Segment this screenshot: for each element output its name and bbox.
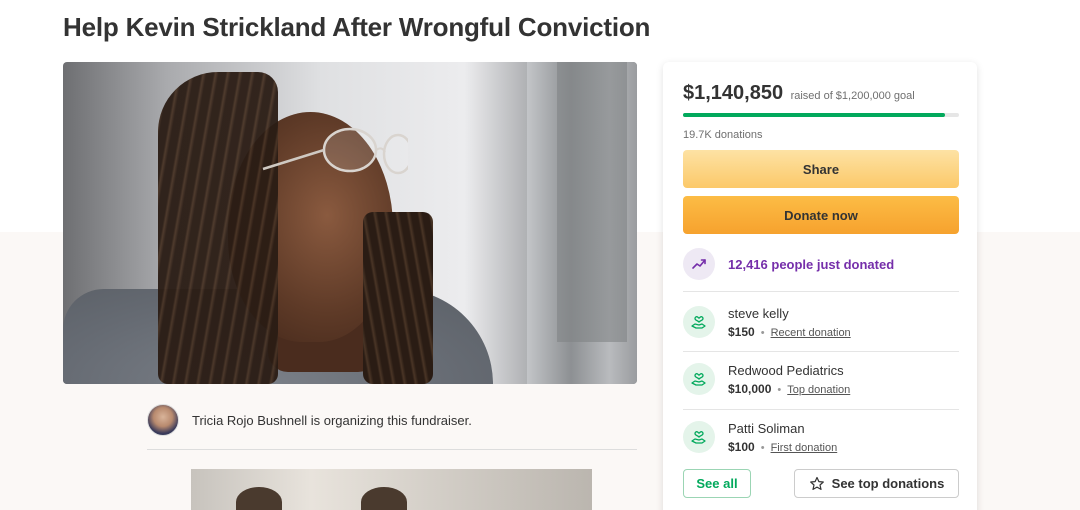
donation-card: $1,140,850 raised of $1,200,000 goal 19.… (663, 62, 977, 510)
donor-type-link[interactable]: Recent donation (771, 327, 851, 339)
progress-fill (683, 113, 946, 117)
progress-bar (683, 113, 959, 117)
heart-hand-icon (683, 421, 715, 453)
divider (147, 449, 637, 450)
donor-item: Patti Soliman $100 • First donation (683, 417, 837, 457)
donor-name: Redwood Pediatrics (728, 362, 844, 378)
donor-amount: $100 (728, 439, 755, 454)
trend-text: 12,416 people just donated (728, 256, 895, 272)
donor-name: Patti Soliman (728, 420, 805, 436)
organizer-text: Tricia Rojo Bushnell is organizing this … (192, 412, 472, 428)
donations-count: 19.7K donations (683, 129, 763, 141)
trending-up-icon (683, 248, 715, 280)
raised-goal: raised of $1,200,000 goal (790, 90, 915, 102)
heart-hand-icon (683, 306, 715, 338)
donor-type-link[interactable]: First donation (771, 442, 838, 454)
see-top-donations-button[interactable]: See top donations (794, 469, 959, 498)
share-button[interactable]: Share (683, 150, 959, 188)
organizer-row: Tricia Rojo Bushnell is organizing this … (147, 403, 472, 437)
raised-amount: $1,140,850 (683, 82, 784, 104)
divider (683, 351, 959, 352)
donor-name: steve kelly (728, 305, 789, 321)
raised-summary: $1,140,850 raised of $1,200,000 goal (683, 82, 915, 105)
donor-amount: $10,000 (728, 381, 772, 396)
recent-donations-trend: 12,416 people just donated (683, 248, 894, 280)
story-image (191, 469, 592, 510)
heart-hand-icon (683, 363, 715, 395)
donate-now-button[interactable]: Donate now (683, 196, 959, 234)
donor-amount: $150 (728, 324, 755, 339)
see-top-donations-label: See top donations (831, 476, 945, 491)
divider (683, 291, 959, 292)
organizer-avatar[interactable] (147, 404, 179, 436)
hero-image (63, 62, 637, 384)
donor-type-link[interactable]: Top donation (787, 384, 850, 396)
page-title: Help Kevin Strickland After Wrongful Con… (63, 12, 651, 42)
see-all-button[interactable]: See all (683, 469, 751, 498)
star-icon (809, 476, 825, 492)
donor-item: steve kelly $150 • Recent donation (683, 302, 851, 342)
donor-item: Redwood Pediatrics $10,000 • Top donation (683, 359, 850, 399)
divider (683, 409, 959, 410)
